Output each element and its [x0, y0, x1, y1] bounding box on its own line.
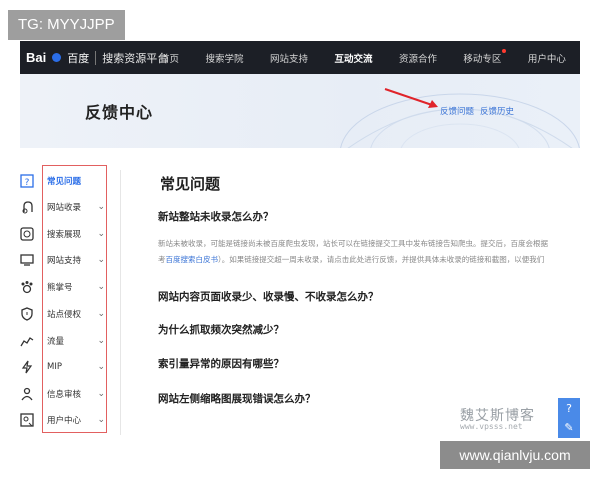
person-review-icon[interactable] [20, 387, 34, 401]
chevron-down-icon: ⌄ [97, 202, 105, 212]
svg-text:?: ? [25, 178, 30, 188]
faq-question-2[interactable]: 网站内容页面收录少、收录慢、不收录怎么办？ [158, 289, 379, 304]
sidebar-item-infringement[interactable]: 站点侵权 ⌄ [47, 307, 105, 321]
sidebar-item-label: 熊掌号 [47, 283, 73, 293]
chevron-down-icon: ⌄ [97, 282, 105, 292]
help-icon[interactable]: ? [561, 401, 577, 417]
chevron-down-icon: ⌄ [97, 362, 105, 372]
edit-feedback-icon[interactable]: ✎ [561, 420, 577, 436]
page-title: 反馈中心 [85, 103, 154, 122]
nav-item-academy[interactable]: 搜索学院 [205, 51, 243, 65]
faq-icon[interactable]: ? [20, 174, 34, 188]
nav-item-mobile-label: 移动专区 [463, 53, 502, 65]
sidebar-item-label: 用户中心 [47, 416, 82, 426]
answer-prefix: 考 [158, 255, 166, 264]
sidebar-item-label: 常见问题 [47, 177, 82, 187]
search-display-icon[interactable] [20, 227, 34, 241]
floating-toolbar: ? ✎ [558, 398, 580, 438]
top-navigation: Bai 百度 搜索资源平台 首页 搜索学院 网站支持 互动交流 资源合作 移动专… [20, 41, 580, 74]
divider [120, 170, 121, 435]
sidebar-item-indexing[interactable]: 网站收录 ⌄ [47, 200, 105, 214]
faq-question-5[interactable]: 网站左侧缩略图展现错误怎么办？ [158, 391, 316, 406]
overlay-tag: TG: MYYJJPP [8, 10, 125, 40]
nav-item-interaction[interactable]: 互动交流 [334, 51, 372, 65]
sidebar-item-label: MIP [47, 362, 62, 372]
faq-answer-line-1: 新站未被收录，可能是链接尚未被百度爬虫发现，站长可以在链接提交工具中发布链接告知… [158, 239, 548, 248]
notification-dot [502, 48, 507, 53]
nav-item-support[interactable]: 网站支持 [270, 51, 308, 65]
nav-item-home[interactable]: 首页 [160, 51, 179, 65]
sidebar-item-user-center[interactable]: 用户中心 ⌄ [47, 413, 105, 427]
sidebar-item-label: 搜索展现 [47, 230, 82, 240]
nav-item-user-center[interactable]: 用户中心 [528, 51, 566, 65]
index-icon[interactable] [20, 200, 34, 214]
divider [95, 50, 97, 65]
watermark-url: www.vpsss.net [460, 422, 523, 431]
arrow-annotation-icon [384, 88, 438, 108]
section-heading: 常见问题 [160, 175, 221, 193]
sidebar-item-search-display[interactable]: 搜索展现 ⌄ [47, 227, 105, 241]
answer-suffix: ）。如果链接提交超一周未收录，请点击此处进行反馈，并提供具体未收录的链接和截图，… [218, 255, 545, 264]
traffic-chart-icon[interactable] [20, 334, 34, 348]
lightning-icon[interactable] [20, 360, 34, 374]
bottom-watermark: www.qianlvju.com [440, 441, 590, 469]
chevron-down-icon: ⌄ [97, 389, 105, 399]
logo-text: Bai [26, 50, 47, 65]
sidebar-item-label: 流量 [47, 337, 65, 347]
sidebar-item-bear-paw[interactable]: 熊掌号 ⌄ [47, 280, 105, 294]
faq-question-4[interactable]: 索引量异常的原因有哪些？ [158, 356, 284, 371]
sidebar-item-faq[interactable]: 常见问题 [47, 174, 105, 188]
chevron-down-icon: ⌄ [97, 415, 105, 425]
sidebar-menu: 常见问题 网站收录 ⌄ 搜索展现 ⌄ 网站支持 ⌄ 熊掌号 ⌄ 站点侵权 ⌄ 流量 ⌄ MI… [42, 165, 107, 433]
chevron-down-icon: ⌄ [97, 336, 105, 346]
sidebar-item-label: 网站支持 [47, 256, 82, 266]
sidebar-item-label: 站点侵权 [47, 310, 82, 320]
chevron-down-icon: ⌄ [97, 309, 105, 319]
sidebar-item-info-review[interactable]: 信息审核 ⌄ [47, 387, 105, 401]
chevron-down-icon: ⌄ [97, 229, 105, 239]
baidu-logo[interactable]: Bai 百度 搜索资源平台 [26, 41, 168, 74]
faq-answer-line-2: 考百度搜索白皮书）。如果链接提交超一周未收录，请点击此处进行反馈，并提供具体未收… [158, 254, 580, 266]
site-support-icon[interactable] [20, 253, 34, 267]
user-card-icon[interactable] [20, 413, 34, 427]
faq-question-3[interactable]: 为什么抓取频次突然减少？ [158, 322, 284, 337]
chevron-down-icon: ⌄ [97, 255, 105, 265]
sidebar-item-site-support[interactable]: 网站支持 ⌄ [47, 253, 105, 267]
nav-items: 首页 搜索学院 网站支持 互动交流 资源合作 移动专区 用户中心 [160, 41, 580, 74]
feedback-history-link[interactable]: 反馈历史 [480, 105, 514, 117]
feedback-banner: 反馈中心 反馈问题 反馈历史 [20, 74, 580, 148]
nav-item-cooperation[interactable]: 资源合作 [399, 51, 437, 65]
sidebar-item-traffic[interactable]: 流量 ⌄ [47, 334, 105, 348]
platform-name: 搜索资源平台 [102, 51, 169, 65]
sidebar-item-label: 网站收录 [47, 203, 82, 213]
shield-icon[interactable] [20, 307, 34, 321]
whitepaper-link[interactable]: 百度搜索白皮书 [166, 255, 219, 264]
sidebar-item-label: 信息审核 [47, 390, 82, 400]
sidebar-item-mip[interactable]: MIP ⌄ [47, 360, 105, 374]
nav-item-mobile[interactable]: 移动专区 [463, 48, 507, 65]
bear-paw-icon[interactable] [20, 280, 34, 294]
faq-question-1[interactable]: 新站整站未收录怎么办？ [158, 209, 274, 224]
logo-du: 百度 [67, 51, 90, 65]
paw-icon [52, 53, 62, 62]
feedback-question-link[interactable]: 反馈问题 [440, 105, 474, 117]
